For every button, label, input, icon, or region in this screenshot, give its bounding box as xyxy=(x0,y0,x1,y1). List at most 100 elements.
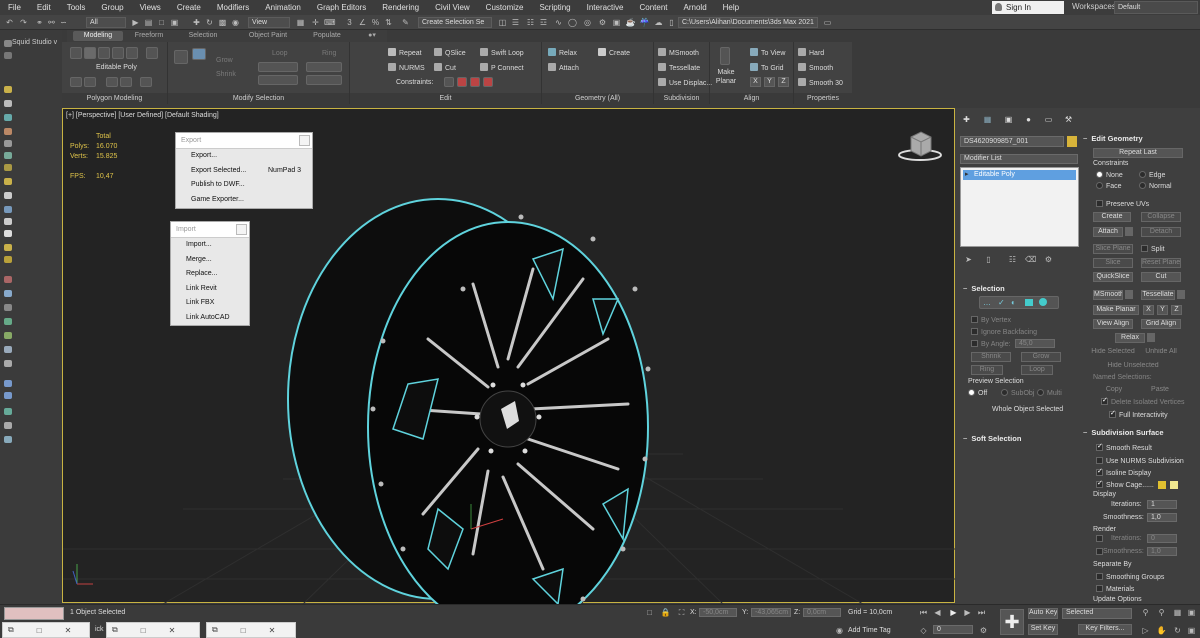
menu-customize[interactable]: Customize xyxy=(478,3,532,12)
tool-icon[interactable] xyxy=(4,218,12,225)
utilities-tab-icon[interactable]: ⚒ xyxy=(1063,114,1074,125)
create-geometry-button[interactable]: Create xyxy=(1093,212,1131,222)
import-item[interactable]: Import... xyxy=(171,238,249,253)
detach-button[interactable]: Detach xyxy=(1141,227,1181,237)
expand-triangle-icon[interactable]: ▸ xyxy=(965,170,969,180)
zoom-icon[interactable]: ⚲ xyxy=(1140,607,1151,618)
modify-tab-icon[interactable]: ▦ xyxy=(982,114,993,125)
prev-frame-icon[interactable]: ◀ xyxy=(932,607,943,618)
minimized-window-2[interactable]: ⧉ □ ✕ xyxy=(106,622,200,638)
create-tab-icon[interactable]: ✚ xyxy=(961,114,972,125)
tool-icon[interactable] xyxy=(4,256,12,263)
isoline-display-checkbox[interactable] xyxy=(1096,467,1103,476)
smooth30-button[interactable]: Smooth 30 xyxy=(798,78,843,89)
minimized-window-1[interactable]: ⧉ □ ✕ xyxy=(2,622,90,638)
export-menu-pin-icon[interactable] xyxy=(299,135,310,146)
key-filters-button[interactable]: Key Filters... xyxy=(1078,624,1132,635)
tool-icon[interactable] xyxy=(4,206,12,213)
smoothing-groups-check[interactable]: Smoothing Groups xyxy=(1096,573,1164,581)
align-x-button[interactable]: X xyxy=(750,77,761,87)
tool-icon[interactable] xyxy=(4,164,12,171)
copy-button[interactable]: Copy xyxy=(1095,386,1133,396)
snaps-toggle-icon[interactable]: 3 xyxy=(344,17,355,28)
tool-icon[interactable] xyxy=(4,40,12,47)
auto-key-button[interactable]: Auto Key xyxy=(1028,608,1058,619)
tool-icon[interactable] xyxy=(4,114,12,121)
by-angle-spinner[interactable]: 45,0 xyxy=(1015,339,1055,348)
project-path-dropdown[interactable]: C:\Users\Alihan\Documents\3ds Max 2021 xyxy=(678,17,818,28)
material-editor-icon[interactable]: ◎ xyxy=(582,17,593,28)
split-checkbox[interactable] xyxy=(1141,245,1148,252)
delete-isolated-checkbox[interactable] xyxy=(1101,396,1108,405)
make-planar-geometry-button[interactable]: Make Planar xyxy=(1093,305,1139,315)
menu-rendering[interactable]: Rendering xyxy=(374,3,427,12)
subdivision-surface-rollout-header[interactable]: Subdivision Surface xyxy=(1083,428,1163,438)
attach-list-icon[interactable] xyxy=(1125,227,1133,236)
tool-icon[interactable] xyxy=(4,244,12,251)
export-item[interactable]: Export... xyxy=(176,149,312,164)
grow-button[interactable]: Grow xyxy=(216,56,233,66)
smooth-button[interactable]: Smooth xyxy=(798,63,833,74)
ribbon-options-icon[interactable]: ●▾ xyxy=(365,31,379,41)
preserve-uvs-checkbox[interactable] xyxy=(1096,200,1103,207)
tool-icon[interactable] xyxy=(4,346,12,353)
zoom-extents-all-icon[interactable]: ▣ xyxy=(1186,607,1197,618)
grow-selection-button[interactable]: Grow xyxy=(1021,352,1061,362)
loop-shrink-buttons[interactable] xyxy=(258,75,298,85)
menu-graph-editors[interactable]: Graph Editors xyxy=(309,3,374,12)
tool-icon[interactable] xyxy=(4,360,12,367)
preview-subobj-radio-dot[interactable] xyxy=(1001,389,1008,396)
pin-stack-icon[interactable]: ➤ xyxy=(963,254,974,265)
window-crossing-icon[interactable]: ▣ xyxy=(169,17,180,28)
materials-checkbox[interactable] xyxy=(1096,585,1103,592)
grow-icon[interactable] xyxy=(174,50,188,64)
render-smoothness-spinner[interactable]: 1,0 xyxy=(1147,547,1177,556)
grid-align-button[interactable]: Grid Align xyxy=(1141,319,1181,329)
menu-civil-view[interactable]: Civil View xyxy=(427,3,478,12)
align-icon[interactable]: ☰ xyxy=(510,17,521,28)
constraint-normal-icon[interactable] xyxy=(483,77,493,87)
link-icon[interactable]: ⚭ xyxy=(34,17,45,28)
undo-icon[interactable]: ↶ xyxy=(4,17,15,28)
bind-space-warp-icon[interactable]: ∽ xyxy=(58,17,69,28)
view-align-button[interactable]: View Align xyxy=(1093,319,1133,329)
ignore-backfacing-checkbox[interactable] xyxy=(971,328,978,335)
maximize-viewport-icon[interactable]: ▣ xyxy=(1186,625,1197,636)
tool-icon[interactable] xyxy=(4,392,12,399)
use-nurms-check[interactable]: Use NURMS Subdivision xyxy=(1096,457,1184,465)
modifier-list-dropdown[interactable]: Modifier List xyxy=(960,154,1078,164)
polygon-mode-icon[interactable] xyxy=(112,47,124,59)
orbit-icon[interactable]: ↻ xyxy=(1172,625,1183,636)
place-icon[interactable]: ◉ xyxy=(230,17,241,28)
isoline-display-check[interactable]: Isoline Display xyxy=(1096,467,1151,477)
tool-icon[interactable] xyxy=(4,408,12,415)
set-key-icon[interactable]: ✚ xyxy=(1000,609,1024,635)
maxscript-listener-input[interactable] xyxy=(4,607,64,620)
vertex-level-icon[interactable]: … xyxy=(983,298,991,307)
make-unique-icon[interactable]: ☷ xyxy=(1007,254,1018,265)
render-smoothness-checkbox[interactable] xyxy=(1096,548,1103,555)
loop-button[interactable]: Loop xyxy=(272,49,288,59)
x-coord-field[interactable]: -50,0cm xyxy=(699,608,737,617)
tessellate-button[interactable]: Tessellate xyxy=(658,63,700,74)
layer-explorer-icon[interactable]: ☲ xyxy=(538,17,549,28)
render-iterative-icon[interactable]: ☔ xyxy=(639,17,650,28)
preview-off-radio[interactable]: Off xyxy=(968,389,987,397)
hard-button[interactable]: Hard xyxy=(798,48,824,59)
slice-plane-button[interactable]: Slice Plane xyxy=(1093,244,1133,254)
tool-icon[interactable] xyxy=(4,436,12,443)
project-folder-icon[interactable]: ▯ xyxy=(666,17,677,28)
align-y-button[interactable]: Y xyxy=(764,77,775,87)
spinner-snap-icon[interactable]: ⇅ xyxy=(383,17,394,28)
preview-multi-radio[interactable]: Multi xyxy=(1037,389,1062,397)
display-iterations-spinner[interactable]: 1 xyxy=(1147,500,1177,509)
stack-item-editable-poly[interactable]: ▸ Editable Poly xyxy=(963,170,1076,180)
tool-icon[interactable] xyxy=(4,152,12,159)
schematic-view-icon[interactable]: ◯ xyxy=(567,17,578,28)
menu-interactive[interactable]: Interactive xyxy=(579,3,632,12)
hide-unselected-button[interactable]: Hide Unselected xyxy=(1105,362,1161,372)
hide-selected-button[interactable]: Hide Selected xyxy=(1091,348,1135,358)
show-cage-checkbox[interactable] xyxy=(1096,479,1103,488)
constraint-edge-radio[interactable]: Edge xyxy=(1139,171,1165,179)
tab-freeform[interactable]: Freeform xyxy=(127,31,171,41)
